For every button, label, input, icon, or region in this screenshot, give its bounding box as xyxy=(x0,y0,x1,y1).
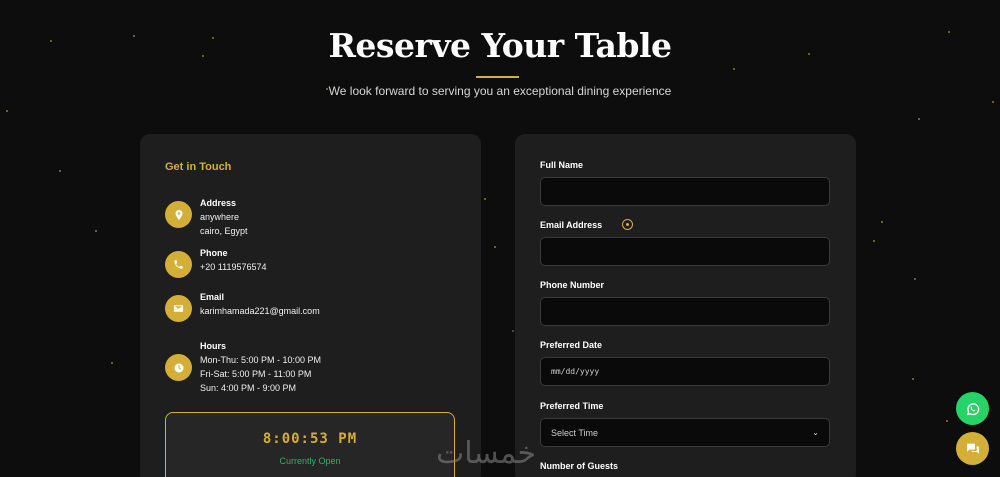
phone-value[interactable]: +20 1119576574 xyxy=(200,260,267,274)
live-clock: 8:00:53 PM Currently Open xyxy=(165,412,455,477)
contact-title: Get in Touch xyxy=(165,161,232,173)
location-pin-icon xyxy=(165,201,192,228)
preferred-time-select[interactable]: Select Time ⌄ xyxy=(540,418,830,447)
chevron-down-icon: ⌄ xyxy=(812,428,819,437)
page-subtitle: We look forward to serving you an except… xyxy=(328,84,672,98)
contact-card: Get in Touch Address anywhere cairo, Egy… xyxy=(140,134,481,477)
preferred-time-label: Preferred Time xyxy=(540,401,604,411)
whatsapp-icon xyxy=(966,402,979,415)
chat-bubbles-icon xyxy=(966,443,979,454)
email-address-label: Email Address xyxy=(540,220,603,230)
open-status: Currently Open xyxy=(279,456,341,466)
page-title: Reserve Your Table xyxy=(328,26,673,65)
phone-number-input[interactable] xyxy=(540,297,830,326)
hours-label: Hours xyxy=(200,341,227,351)
phone-label: Phone xyxy=(200,248,228,258)
phone-number-label: Phone Number xyxy=(540,280,605,290)
address-line-1: anywhere xyxy=(200,212,240,222)
chat-button[interactable] xyxy=(956,432,989,465)
email-label: Email xyxy=(200,292,225,302)
preferred-time-value: Select Time xyxy=(551,427,599,438)
email-value[interactable]: karimhamada221@gmail.com xyxy=(200,304,320,318)
phone-icon xyxy=(165,251,192,278)
full-name-input[interactable] xyxy=(540,177,830,206)
title-underline xyxy=(476,76,519,78)
clock-time: 8:00:53 PM xyxy=(262,431,358,447)
preferred-date-label: Preferred Date xyxy=(540,340,603,350)
hours-line-2: Fri-Sat: 5:00 PM - 11:00 PM xyxy=(200,369,312,379)
clock-icon xyxy=(165,354,192,381)
whatsapp-button[interactable] xyxy=(956,392,989,425)
preferred-date-input[interactable]: mm/dd/yyyy xyxy=(540,357,830,386)
hours-line-3: Sun: 4:00 PM - 9:00 PM xyxy=(200,383,297,393)
email-address-input[interactable] xyxy=(540,237,830,266)
watermark-logo: خمسات xyxy=(436,436,537,471)
hours-line-1: Mon-Thu: 5:00 PM - 10:00 PM xyxy=(200,355,322,365)
envelope-icon xyxy=(165,295,192,322)
mouse-cursor-icon xyxy=(622,219,633,230)
address-label: Address xyxy=(200,198,237,208)
guests-label: Number of Guests xyxy=(540,461,619,471)
full-name-label: Full Name xyxy=(540,160,584,170)
address-line-2: cairo, Egypt xyxy=(200,226,248,236)
reservation-form: Full Name Email Address Phone Number Pre… xyxy=(515,134,856,477)
